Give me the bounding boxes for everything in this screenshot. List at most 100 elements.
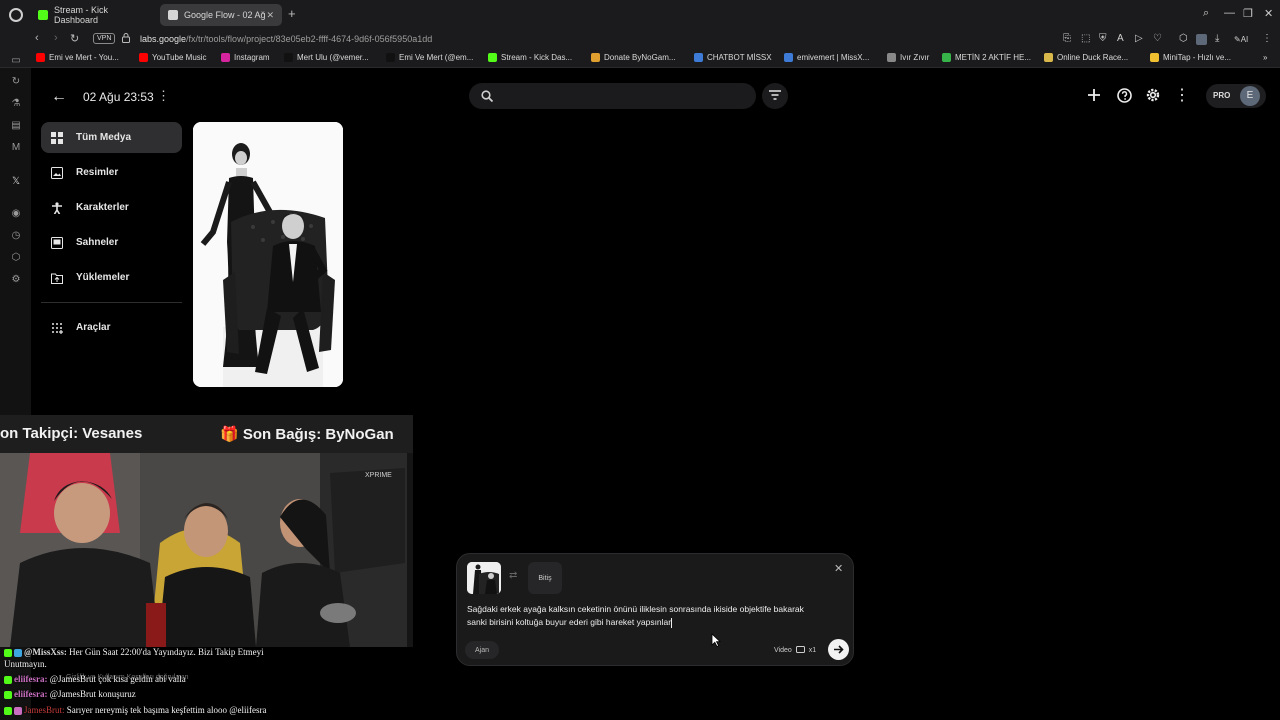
close-icon[interactable]: ✕: [834, 562, 843, 575]
project-more-icon[interactable]: ⋮: [157, 88, 170, 104]
bookmark-label: Ivır Zıvır: [900, 53, 930, 62]
extensions-icon[interactable]: ⬡: [1179, 33, 1188, 44]
nav-images[interactable]: Resimler: [41, 157, 182, 188]
gift-icon: 🎁: [220, 426, 239, 443]
video-mode-selector[interactable]: Video x1: [768, 641, 822, 659]
profile-icon[interactable]: [1196, 34, 1207, 45]
bookmark-item[interactable]: Mert Ulu (@vemer...: [284, 53, 369, 62]
bookmark-item[interactable]: Stream - Kick Das...: [488, 53, 572, 62]
restore-icon[interactable]: ❐: [1243, 7, 1253, 20]
x-twitter-icon[interactable]: 𝕏: [10, 176, 22, 188]
chat-username: eliifesra:: [14, 689, 48, 699]
tools-icon: [50, 321, 64, 335]
search-tabs-icon[interactable]: ⌕: [1203, 7, 1209, 20]
gmail-icon[interactable]: M: [10, 142, 22, 154]
help-button[interactable]: [1115, 86, 1133, 104]
nav-scenes[interactable]: Sahneler: [41, 227, 182, 258]
nav-tools[interactable]: Araçlar: [41, 312, 182, 343]
stream-overlay: on Takipçi: Vesanes 🎁 Son Bağış: ByNoGan…: [0, 415, 413, 647]
aria-ai-button[interactable]: ✎AI: [1234, 35, 1248, 44]
close-tab-icon[interactable]: ✕: [266, 10, 274, 21]
scene-icon: [50, 236, 64, 250]
forward-icon[interactable]: ›: [54, 32, 58, 44]
filter-button[interactable]: [762, 83, 788, 109]
tab-kick-dashboard[interactable]: Stream - Kick Dashboard: [30, 4, 158, 26]
chat-message: JamesBrut: Sarıyer nereymiş tek başıma k…: [4, 705, 266, 715]
crop-icon[interactable]: ⬚: [1081, 33, 1090, 44]
messenger-icon[interactable]: ▭: [10, 55, 22, 67]
nav-all-media[interactable]: Tüm Medya: [41, 122, 182, 153]
menu-icon[interactable]: ⋮: [1262, 33, 1272, 44]
bookmark-item[interactable]: MiniTap - Hızlı ve...: [1150, 53, 1231, 62]
bookmark-item[interactable]: Ivır Zıvır: [887, 53, 929, 62]
cube-icon[interactable]: ⬡: [10, 252, 22, 264]
close-window-icon[interactable]: ✕: [1264, 7, 1273, 20]
shield-icon[interactable]: ⛨: [1099, 33, 1107, 44]
lock-icon[interactable]: [122, 33, 130, 45]
history-refresh-icon[interactable]: ↻: [10, 76, 22, 88]
bookmark-favicon-icon: [284, 53, 293, 62]
tab-label: Stream - Kick Dashboard: [54, 5, 109, 25]
heart-icon[interactable]: ♡: [1153, 33, 1162, 44]
snapshot-icon[interactable]: ⎘: [1063, 33, 1071, 44]
arrow-right-icon: [834, 645, 844, 654]
project-title[interactable]: 02 Ağu 23:53: [83, 90, 154, 104]
more-options-icon[interactable]: ⋮: [1173, 86, 1191, 104]
play-icon[interactable]: ▷: [1135, 33, 1143, 44]
settings-button[interactable]: [1144, 86, 1162, 104]
tabs-icon[interactable]: ▤: [10, 120, 22, 132]
opera-logo-icon[interactable]: [9, 8, 23, 22]
bookmark-item[interactable]: Emi ve Mert - You...: [36, 53, 119, 62]
vpn-badge[interactable]: VPN: [93, 33, 116, 44]
bookmark-item[interactable]: Emi Ve Mert (@em...: [386, 53, 473, 62]
mouse-cursor-icon: [711, 633, 722, 652]
prompt-textarea[interactable]: Sağdaki erkek ayağa kalksın ceketinin ön…: [467, 603, 817, 629]
media-card[interactable]: [193, 122, 343, 387]
add-button[interactable]: [1085, 86, 1103, 104]
nav-divider: [41, 302, 182, 303]
bookmark-label: Stream - Kick Das...: [501, 53, 573, 62]
bookmark-item[interactable]: Instagram: [221, 53, 270, 62]
person-icon: [50, 201, 64, 215]
end-frame-chip[interactable]: Bitiş: [528, 562, 562, 594]
download-icon[interactable]: ⤓: [1215, 33, 1219, 44]
agent-button[interactable]: Ajan: [465, 641, 499, 659]
bookmark-item[interactable]: METİN 2 AKTİF HE...: [942, 53, 1031, 62]
swap-arrows-icon[interactable]: ⇄: [509, 570, 517, 581]
send-button[interactable]: [828, 639, 849, 660]
back-arrow-icon[interactable]: ←: [51, 88, 67, 106]
nav-uploads[interactable]: Yüklemeler: [41, 262, 182, 293]
bookmark-favicon-icon: [887, 53, 896, 62]
nav-characters[interactable]: Karakterler: [41, 192, 182, 223]
tab-google-flow[interactable]: Google Flow - 02 Ağu 23:5 ✕: [160, 4, 282, 26]
alerts-ticker: on Takipçi: Vesanes 🎁 Son Bağış: ByNoGan: [0, 415, 413, 453]
url-text[interactable]: labs.google/fx/tr/tools/flow/project/83e…: [140, 34, 432, 44]
svg-text:XPRIME: XPRIME: [365, 472, 392, 479]
search-input[interactable]: [469, 83, 756, 109]
bookmarks-overflow-icon[interactable]: »: [1263, 53, 1267, 62]
bookmark-favicon-icon: [1044, 53, 1053, 62]
settings-icon[interactable]: ⚙: [10, 274, 22, 286]
translate-icon[interactable]: A: [1117, 33, 1124, 44]
bookmark-item[interactable]: Online Duck Race...: [1044, 53, 1128, 62]
tab-label: Google Flow - 02 Ağu 23:5: [184, 10, 266, 20]
bookmark-item[interactable]: Donate ByNoGam...: [591, 53, 676, 62]
bookmark-label: METİN 2 AKTİF HE...: [955, 53, 1032, 62]
back-icon[interactable]: ‹: [35, 32, 39, 44]
flask-icon[interactable]: ⚗: [10, 98, 22, 110]
bookmark-item[interactable]: CHATBOT MİSSX: [694, 53, 772, 62]
bookmark-item[interactable]: emivemert | MissX...: [784, 53, 869, 62]
account-chip[interactable]: PRO E: [1206, 84, 1266, 108]
start-frame-thumbnail[interactable]: [467, 562, 501, 594]
chat-text: Unutmayın.: [4, 659, 47, 669]
avatar[interactable]: E: [1240, 86, 1260, 106]
reload-icon[interactable]: ↻: [70, 32, 79, 45]
new-tab-button[interactable]: +: [288, 6, 296, 21]
clock-icon[interactable]: ◷: [10, 230, 22, 242]
bookmarks-bar: Emi ve Mert - You... YouTube Music Instagr…: [0, 50, 1280, 68]
record-icon[interactable]: ◉: [10, 208, 22, 220]
bookmark-label: emivemert | MissX...: [797, 53, 870, 62]
minimize-icon[interactable]: —: [1224, 7, 1235, 19]
chat-message-continued: Unutmayın.: [4, 659, 47, 669]
bookmark-item[interactable]: YouTube Music: [139, 53, 207, 62]
